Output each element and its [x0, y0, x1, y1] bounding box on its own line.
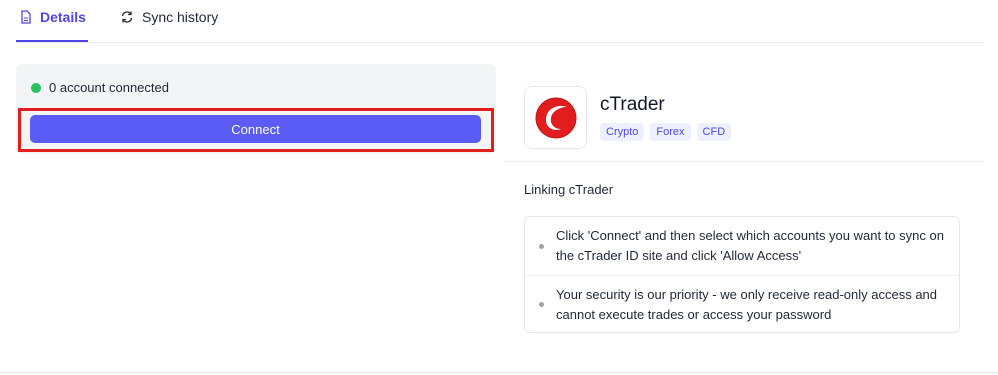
connection-status: 0 account connected [31, 80, 169, 95]
tab-sync-history-label: Sync history [142, 9, 219, 25]
tab-details[interactable]: Details [20, 6, 86, 28]
connect-button[interactable]: Connect [30, 115, 481, 143]
refresh-icon [120, 10, 134, 24]
broker-tags: Crypto Forex CFD [600, 123, 732, 141]
broker-header: cTrader Crypto Forex CFD [504, 62, 984, 162]
ctrader-logo-icon [524, 86, 587, 149]
instruction-text: Your security is our priority - we only … [556, 286, 938, 322]
instruction-text: Click 'Connect' and then select which ac… [556, 228, 944, 263]
status-indicator-dot [31, 82, 41, 93]
connection-status-text: 0 account connected [49, 80, 169, 95]
tab-sync-history[interactable]: Sync history [120, 6, 218, 28]
list-item: Click 'Connect' and then select which ac… [525, 217, 959, 276]
active-tab-indicator [16, 40, 88, 42]
tab-bar: Details Sync history [16, 0, 984, 43]
tag-forex: Forex [650, 123, 691, 141]
tag-cfd: CFD [696, 123, 732, 141]
bottom-divider [0, 372, 998, 373]
bullet-icon [539, 243, 544, 249]
tab-details-label: Details [40, 9, 86, 25]
broker-name: cTrader [600, 94, 665, 115]
instructions-list: Click 'Connect' and then select which ac… [524, 216, 960, 333]
instructions-title: Linking cTrader [524, 182, 614, 197]
list-item: Your security is our priority - we only … [525, 276, 959, 333]
bullet-icon [539, 302, 544, 307]
tag-crypto: Crypto [600, 123, 645, 141]
document-icon [20, 10, 32, 24]
